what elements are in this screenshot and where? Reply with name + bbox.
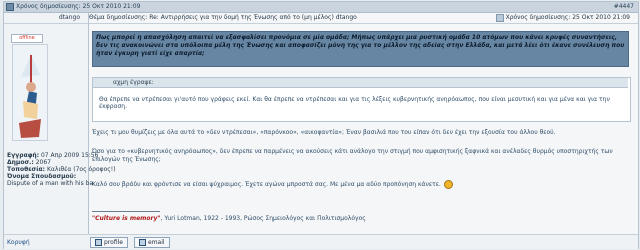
posts-value: 2067 bbox=[35, 159, 52, 166]
signature-quote: "Culture is memory" bbox=[92, 215, 161, 222]
name-label: Όνομα Σπουδασμού: bbox=[7, 173, 77, 180]
quote-text: Θα έπρεπε να ντρέπεσαι γι'αυτό που γράφε… bbox=[99, 96, 610, 110]
email-button[interactable]: email bbox=[134, 237, 170, 248]
message-paragraph-1: Έχεις τι μου θυμίζεις με όλα αυτά το «δε… bbox=[92, 129, 556, 136]
signature-divider bbox=[92, 211, 160, 212]
avatar bbox=[12, 44, 48, 141]
profile-button[interactable]: profile bbox=[90, 237, 128, 248]
location-label: Τοποθεσία: bbox=[7, 166, 46, 173]
user-info: Εγγραφή: 07 Απρ 2009 15:56 Δημοσ.: 2067 … bbox=[7, 152, 116, 187]
post-time-icon bbox=[495, 13, 504, 22]
post-time-label: Χρόνος δημοσίευσης: 25 Οκτ 2010 21:09 bbox=[16, 3, 141, 10]
registered-value: 07 Απρ 2009 15:56 bbox=[40, 152, 99, 159]
posts-label: Δημοσ.: bbox=[7, 159, 34, 166]
username[interactable]: dtango bbox=[59, 14, 88, 21]
user-sidebar: dtango offline Εγγραφή: 07 Απρ 2009 15:5… bbox=[4, 13, 116, 248]
message-paragraph-3-text: Καλό σου βράδυ και φρόντισε να είσαι ψύχ… bbox=[92, 181, 441, 188]
profile-label: profile bbox=[104, 239, 123, 246]
location-value: Καλιθέα (7ος όροφος!) bbox=[47, 166, 116, 173]
post-footer: Κορυφή profile email bbox=[4, 234, 638, 249]
username-row: dtango bbox=[4, 13, 88, 24]
message-paragraph-3: Καλό σου βράδυ και φρόντισε να είσαι ψύχ… bbox=[92, 180, 632, 189]
name-value: Dispute of a man with his ba bbox=[7, 180, 94, 187]
post-header: Θέμα δημοσίευσης: Re: Αντιρρήσεις για τη… bbox=[89, 13, 638, 24]
post-icon bbox=[6, 3, 14, 11]
online-status-badge: offline bbox=[11, 34, 43, 43]
post-container: Χρόνος δημοσίευσης: 25 Οκτ 2010 21:09 #4… bbox=[3, 1, 639, 249]
smiley-icon bbox=[443, 180, 453, 189]
registered-label: Εγγραφή: bbox=[7, 152, 40, 159]
profile-icon bbox=[95, 239, 102, 246]
post-number[interactable]: #4447 bbox=[614, 2, 634, 12]
message-paragraph-2: Όσο για το «κυβερνητικός ανηρόαωπος», δε… bbox=[92, 148, 613, 163]
highlighted-message: Πως μπορεί η απασχόληση απαιτεί να εξασφ… bbox=[92, 31, 629, 67]
avatar-image bbox=[13, 45, 47, 140]
top-link[interactable]: Κορυφή bbox=[7, 239, 30, 246]
email-label: email bbox=[148, 239, 165, 246]
post-time: Χρόνος δημοσίευσης: 25 Οκτ 2010 21:09 bbox=[495, 13, 630, 23]
quote-title: αχμη έγραψε: bbox=[93, 78, 628, 88]
quote-box: αχμη έγραψε: Θα έπρεπε να ντρέπεσαι γι'α… bbox=[92, 77, 631, 122]
post-time-text: Χρόνος δημοσίευσης: 25 Οκτ 2010 21:09 bbox=[505, 14, 630, 21]
post-subject: Θέμα δημοσίευσης: Re: Αντιρρήσεις για τη… bbox=[89, 14, 357, 21]
signature: "Culture is memory", Yuri Lotman, 1922 -… bbox=[92, 215, 366, 223]
signature-text: , Yuri Lotman, 1922 - 1993, Ρώσος Σημειο… bbox=[160, 215, 366, 222]
email-icon bbox=[139, 239, 146, 246]
post-topbar: Χρόνος δημοσίευσης: 25 Οκτ 2010 21:09 #4… bbox=[4, 2, 638, 13]
